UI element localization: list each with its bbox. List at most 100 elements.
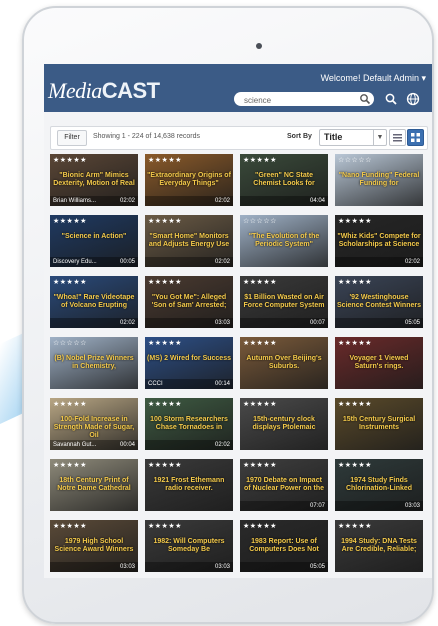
rating-stars[interactable]: ★★★★★ [243, 400, 277, 408]
list-view-button[interactable] [389, 129, 406, 146]
grid-view-button[interactable] [407, 129, 424, 146]
sort-select[interactable]: Title ▼ [319, 129, 387, 146]
rating-stars[interactable]: ★★★★★ [53, 278, 87, 286]
media-tile[interactable]: ★★★★★ $1 Billion Wasted on Air Force Comp… [240, 276, 328, 328]
rating-stars[interactable]: ★★★★★ [243, 461, 277, 469]
search-box [234, 92, 374, 107]
media-duration: 02:02 [119, 320, 135, 326]
media-tile[interactable]: ★★★★★ 15th-century clock displays Ptolema… [240, 398, 328, 450]
media-tile[interactable]: ★★★★★ "Whiz Kids" Compete for Scholarship… [335, 215, 423, 267]
media-source: Savannah Gut... [53, 442, 97, 448]
app-screen: MediaCAST Welcome! Default Admin ▾ Filte… [44, 64, 432, 578]
media-duration: 00:05 [119, 259, 135, 265]
search-icon[interactable] [359, 93, 371, 105]
media-duration: 02:02 [214, 442, 230, 448]
media-tile[interactable]: ★★★★★ "Smart Home" Monitors and Adjusts E… [145, 215, 233, 267]
rating-stars[interactable]: ★★★★★ [338, 278, 372, 286]
rating-stars[interactable]: ★★★★★ [338, 400, 372, 408]
rating-stars[interactable]: ★★★★★ [338, 461, 372, 469]
media-duration: 02:02 [214, 259, 230, 265]
media-tile[interactable]: ★★★★★ "Bionic Arm" Mimics Dexterity, Moti… [50, 154, 138, 206]
tile-footer: 03:03 [50, 562, 138, 572]
tile-footer: 02:02 [335, 257, 423, 267]
tile-footer: Savannah Gut... 00:04 [50, 440, 138, 450]
tile-footer: 05:05 [240, 562, 328, 572]
media-tile[interactable]: ★★★★★ 1982: Will Computers Someday Be 03:0… [145, 520, 233, 572]
globe-icon[interactable] [406, 92, 420, 106]
rating-stars[interactable]: ★★★★★ [243, 339, 277, 347]
media-tile[interactable]: ★★★★★ "Green" NC State Chemist Looks for 0… [240, 154, 328, 206]
camera-dot [256, 43, 262, 49]
media-title: 100 Storm Researchers Chase Tornadoes in [150, 416, 228, 431]
media-duration: 07:07 [309, 503, 325, 509]
rating-stars[interactable]: ☆☆☆☆☆ [53, 339, 87, 347]
rating-stars[interactable]: ★★★★★ [243, 156, 277, 164]
rating-stars[interactable]: ★★★★★ [53, 217, 87, 225]
rating-stars[interactable]: ★★★★★ [53, 156, 87, 164]
media-tile[interactable]: ★★★★★ 100-Fold Increase in Strength Made … [50, 398, 138, 450]
media-title: 1979 High School Science Award Winners [54, 538, 134, 553]
media-tile[interactable]: ☆☆☆☆☆ (B) Nobel Prize Winners in Chemistr… [50, 337, 138, 389]
media-title: $1 Billion Wasted on Air Force Computer … [243, 294, 325, 309]
rating-stars[interactable]: ★★★★★ [148, 278, 182, 286]
media-tile[interactable]: ★★★★★ "You Got Me": Alleged 'Son of Sam' … [145, 276, 233, 328]
welcome-user-menu[interactable]: Welcome! Default Admin ▾ [321, 73, 426, 84]
media-tile[interactable]: ★★★★★ "Whoa!" Rare Videotape of Volcano E… [50, 276, 138, 328]
rating-stars[interactable]: ★★★★★ [148, 156, 182, 164]
chevron-down-icon: ▼ [373, 130, 386, 145]
tile-footer: 02:02 [50, 318, 138, 328]
rating-stars[interactable]: ★★★★★ [148, 217, 182, 225]
media-tile[interactable]: ★★★★★ 100 Storm Researchers Chase Tornado… [145, 398, 233, 450]
rating-stars[interactable]: ★★★★★ [53, 400, 87, 408]
rating-stars[interactable]: ★★★★★ [338, 522, 372, 530]
media-tile[interactable]: ★★★★★ 1979 High School Science Award Winn… [50, 520, 138, 572]
media-tile[interactable]: ★★★★★ 1983 Report: Use of Computers Does … [240, 520, 328, 572]
media-source: Discovery Edu... [53, 259, 97, 265]
media-title: Voyager 1 Viewed Saturn's rings. [349, 355, 409, 370]
advanced-search-icon[interactable] [384, 92, 398, 106]
media-tile[interactable]: ★★★★★ "Science in Action" Discovery Edu...… [50, 215, 138, 267]
media-tile[interactable]: ☆☆☆☆☆ "Nano Funding" Federal Funding for [335, 154, 423, 206]
media-tile[interactable]: ★★★★★ Voyager 1 Viewed Saturn's rings. [335, 337, 423, 389]
rating-stars[interactable]: ★★★★★ [148, 400, 182, 408]
rating-stars[interactable]: ★★★★★ [148, 339, 182, 347]
rating-stars[interactable]: ★★★★★ [53, 522, 87, 530]
media-tile[interactable]: ★★★★★ 15th Century Surgical Instruments [335, 398, 423, 450]
media-title: 1974 Study Finds Chlorination-Linked [345, 477, 413, 492]
logo-prefix: Media [48, 78, 102, 103]
media-tile[interactable]: ★★★★★ 1970 Debate on Impact of Nuclear Po… [240, 459, 328, 511]
media-duration: 05:05 [309, 564, 325, 570]
media-title: "Extraordinary Origins of Everyday Thing… [147, 172, 231, 187]
rating-stars[interactable]: ☆☆☆☆☆ [338, 156, 372, 164]
tile-footer: 04:04 [240, 196, 328, 206]
rating-stars[interactable]: ☆☆☆☆☆ [243, 217, 277, 225]
media-tile[interactable]: ★★★★★ Autumn Over Beijing's Suburbs. [240, 337, 328, 389]
logo-suffix: CAST [101, 78, 160, 103]
media-tile[interactable]: ★★★★★ 1994 Study: DNA Tests Are Credible,… [335, 520, 423, 572]
search-input[interactable] [242, 93, 356, 107]
media-tile[interactable]: ★★★★★ 18th Century Print of Notre Dame Ca… [50, 459, 138, 511]
media-title: 1982: Will Computers Someday Be [153, 538, 225, 553]
media-tile[interactable]: ★★★★★ "Extraordinary Origins of Everyday … [145, 154, 233, 206]
rating-stars[interactable]: ★★★★★ [338, 217, 372, 225]
rating-stars[interactable]: ★★★★★ [148, 461, 182, 469]
rating-stars[interactable]: ★★★★★ [338, 339, 372, 347]
rating-stars[interactable]: ★★★★★ [243, 522, 277, 530]
filter-button[interactable]: Filter [57, 130, 87, 146]
rating-stars[interactable]: ★★★★★ [53, 461, 87, 469]
media-tile[interactable]: ★★★★★ (MS) 2 Wired for Success CCCI 00:14 [145, 337, 233, 389]
tile-footer: 00:07 [240, 318, 328, 328]
media-title: 15th-century clock displays Ptolemaic [252, 416, 316, 431]
media-tile[interactable]: ☆☆☆☆☆ "The Evolution of the Periodic Syst… [240, 215, 328, 267]
media-duration: 02:02 [119, 198, 135, 204]
media-tile[interactable]: ★★★★★ 1974 Study Finds Chlorination-Linke… [335, 459, 423, 511]
media-tile[interactable]: ★★★★★ 1921 Frost Ethemann radio receiver. [145, 459, 233, 511]
rating-stars[interactable]: ★★★★★ [148, 522, 182, 530]
media-duration: 05:05 [404, 320, 420, 326]
rating-stars[interactable]: ★★★★★ [243, 278, 277, 286]
media-tile[interactable]: ★★★★★ '92 Westinghouse Science Contest Wi… [335, 276, 423, 328]
media-duration: 03:03 [214, 320, 230, 326]
media-title: "Nano Funding" Federal Funding for [338, 172, 420, 187]
media-duration: 00:14 [214, 381, 230, 387]
app-logo[interactable]: MediaCAST [48, 78, 160, 104]
